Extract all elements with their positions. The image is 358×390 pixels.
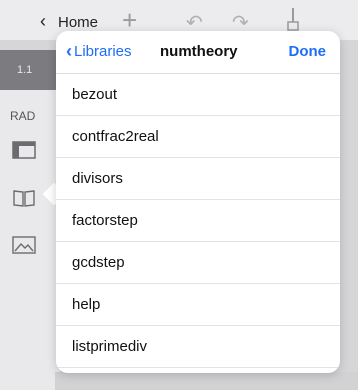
list-item-label: divisors — [72, 170, 123, 187]
list-item[interactable]: help — [56, 284, 340, 326]
popover-header: ‹ Libraries numtheory Done — [56, 31, 340, 74]
list-item-label: bezout — [72, 86, 118, 103]
chevron-left-icon: ‹ — [66, 41, 72, 61]
tools-icon[interactable] — [286, 6, 300, 32]
list-item[interactable]: contfrac2real — [56, 116, 340, 158]
list-item[interactable]: factorstep — [56, 200, 340, 242]
libraries-back-label: Libraries — [74, 42, 132, 60]
back-chevron-icon[interactable]: ‹ — [40, 11, 46, 32]
layout-icon[interactable] — [12, 140, 36, 160]
done-button[interactable]: Done — [289, 43, 327, 60]
list-item[interactable]: bezout — [56, 74, 340, 116]
popover-title: numtheory — [160, 43, 238, 60]
page-tab-label: 1.1 — [17, 64, 33, 76]
library-popover: ‹ Libraries numtheory Done bezout contfr… — [56, 31, 340, 373]
book-icon[interactable] — [12, 188, 36, 208]
bottom-bar — [55, 372, 358, 390]
list-item[interactable]: gcdstep — [56, 242, 340, 284]
list-item[interactable]: listprimediv — [56, 326, 340, 368]
home-button[interactable]: Home — [58, 14, 98, 31]
library-items-list: bezout contfrac2real divisors factorstep… — [56, 74, 340, 368]
list-item[interactable]: divisors — [56, 158, 340, 200]
list-item-label: help — [72, 296, 101, 313]
list-item-label: listprimediv — [72, 338, 148, 355]
list-item-label: gcdstep — [72, 254, 125, 271]
image-icon[interactable] — [12, 235, 36, 255]
angle-mode-label: RAD — [10, 109, 36, 123]
list-item-label: contfrac2real — [72, 128, 159, 145]
list-item-label: factorstep — [72, 212, 138, 229]
libraries-back-button[interactable]: ‹ Libraries — [66, 42, 132, 60]
page-tab[interactable]: 1.1 — [0, 50, 60, 90]
